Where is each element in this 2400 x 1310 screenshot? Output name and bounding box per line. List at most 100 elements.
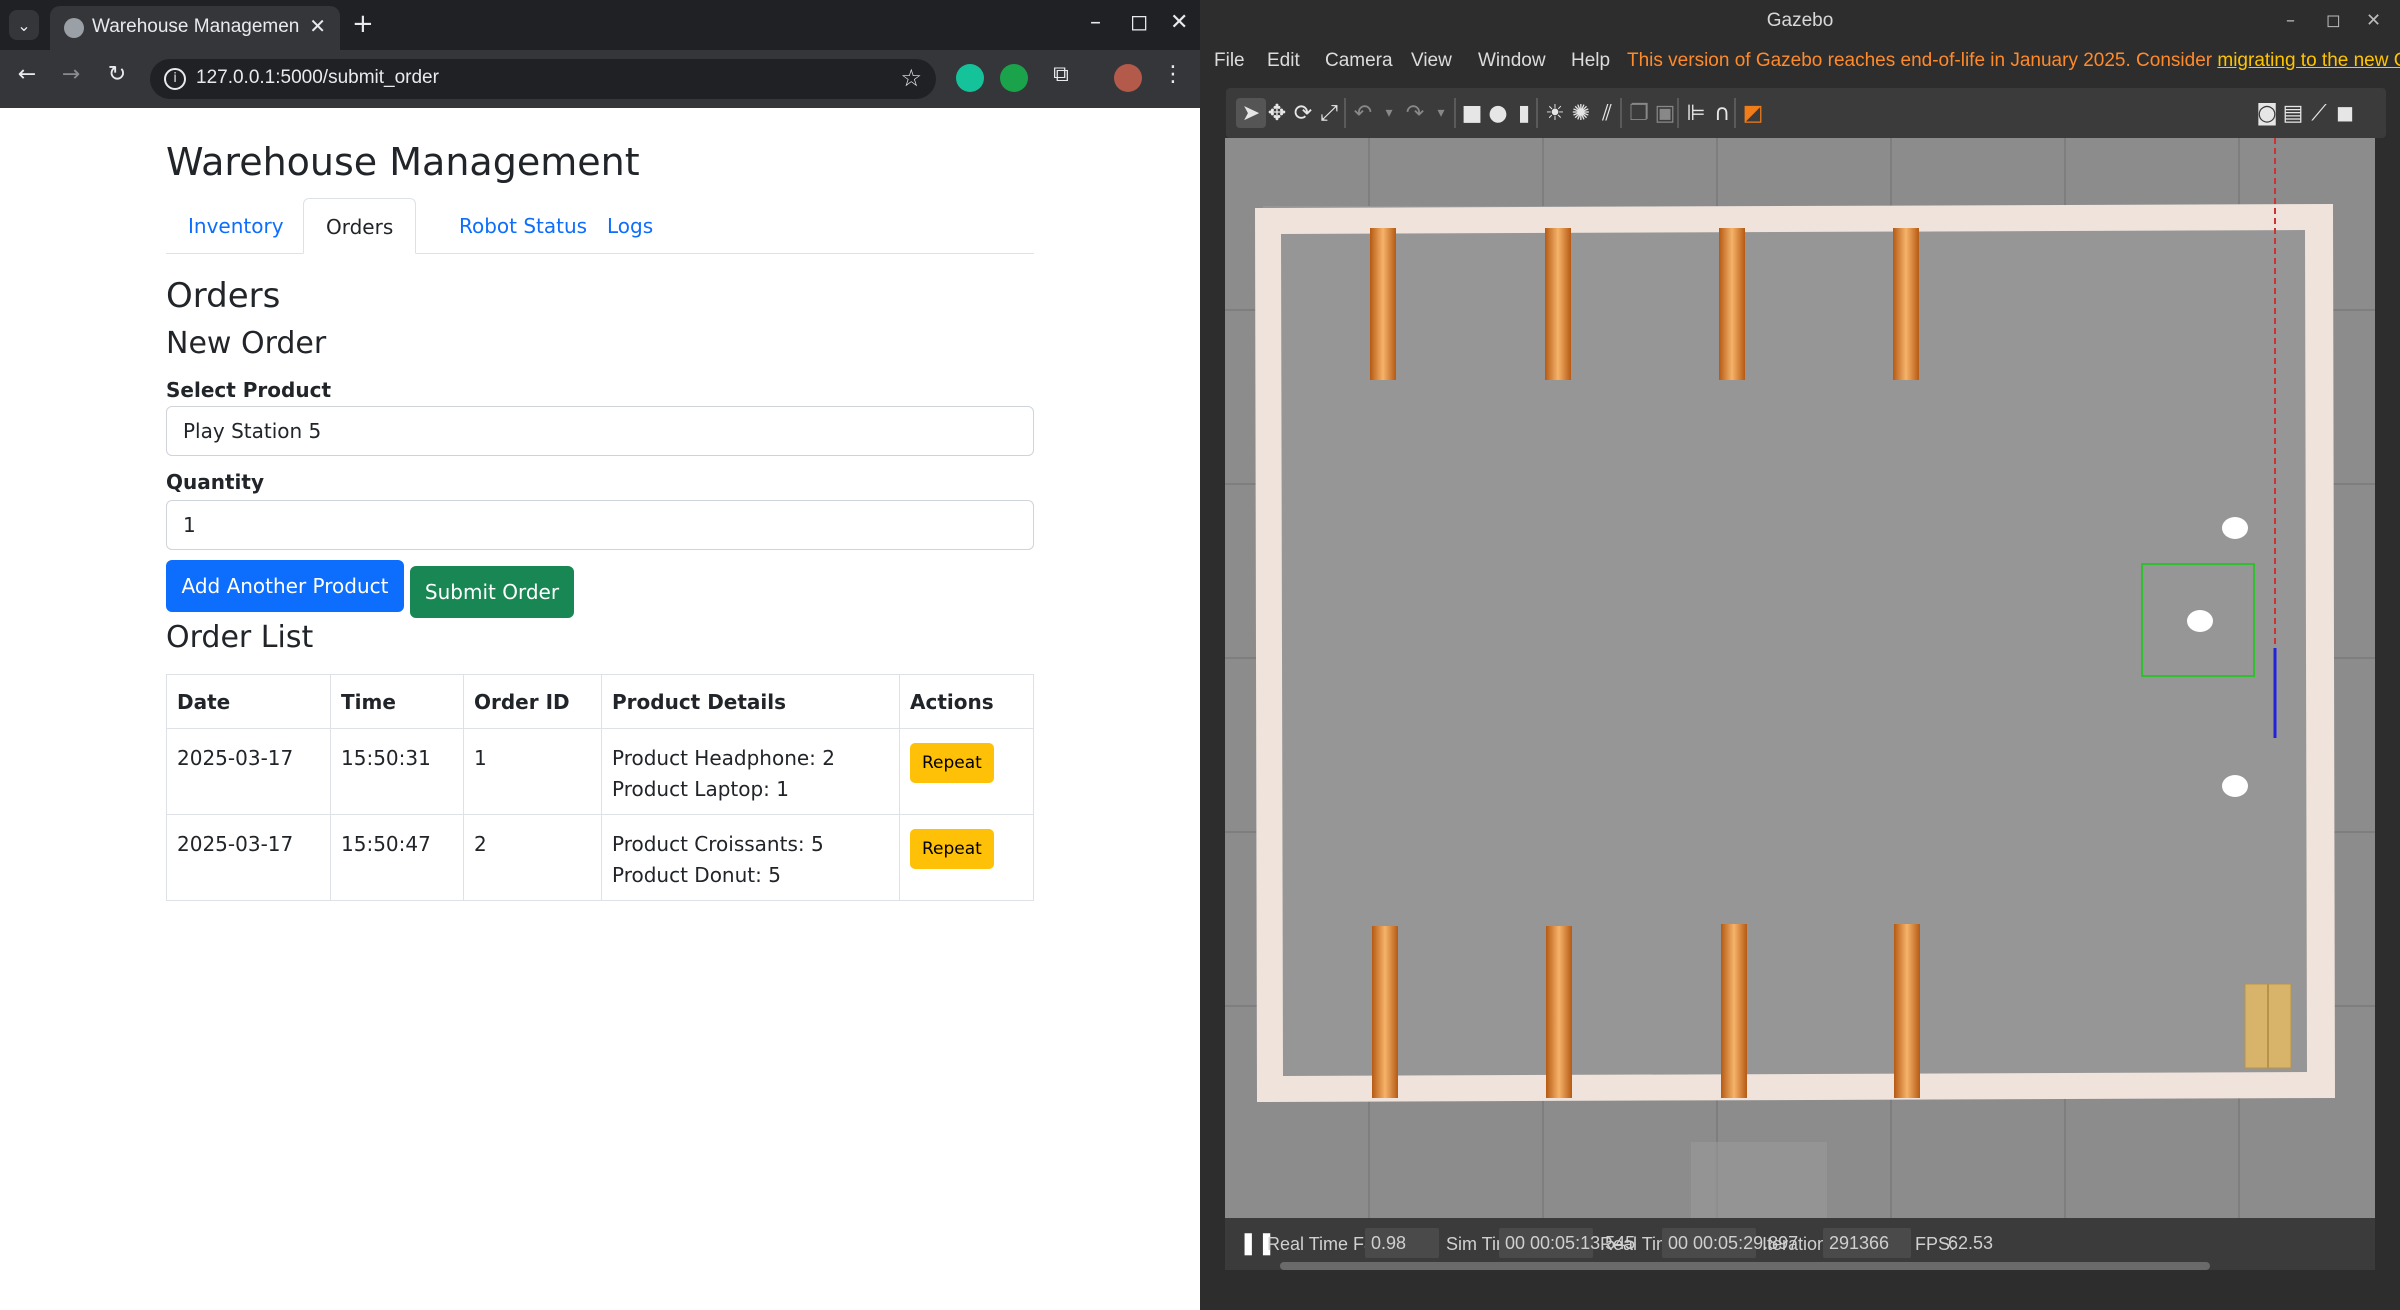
- repeat-button[interactable]: Repeat: [910, 829, 994, 869]
- migration-link[interactable]: migrating to the new G: [2217, 50, 2400, 71]
- extension-eye-icon[interactable]: [1000, 64, 1028, 92]
- minimize-icon[interactable]: –: [2286, 10, 2295, 31]
- eol-warning-text: This version of Gazebo reaches end-of-li…: [1627, 50, 2218, 71]
- tab-logs[interactable]: Logs: [585, 198, 675, 254]
- robot[interactable]: [2187, 610, 2213, 632]
- address-bar[interactable]: i 127.0.0.1:5000/submit_order ☆: [150, 59, 936, 99]
- table-header-row: Date Time Order ID Product Details Actio…: [166, 674, 1034, 729]
- site-info-icon[interactable]: i: [164, 68, 186, 90]
- gazebo-menubar: File Edit Camera View Window Help This v…: [1200, 46, 2400, 78]
- actions-cell: Repeat: [899, 728, 1034, 815]
- sim-time-value: 00 00:05:13.545: [1499, 1228, 1635, 1258]
- product-select[interactable]: Play Station 5: [166, 406, 1034, 456]
- profile-avatar[interactable]: [1114, 64, 1142, 92]
- toolbar-separator: [1734, 98, 1736, 128]
- directional-light-icon[interactable]: ⫽: [1592, 98, 1622, 128]
- order-id: 2: [463, 814, 602, 901]
- menu-file[interactable]: File: [1214, 50, 1245, 72]
- menu-edit[interactable]: Edit: [1267, 50, 1300, 72]
- robot[interactable]: [2222, 517, 2248, 539]
- product-details: Product Croissants: 5 Product Donut: 5: [601, 814, 900, 901]
- web-page: Warehouse Management Inventory Orders Ro…: [0, 108, 1200, 1310]
- new-tab-icon[interactable]: +: [352, 9, 374, 39]
- actions-cell: Repeat: [899, 814, 1034, 901]
- gazebo-statusbar: ❚❚ Real Time Factor: 0.98 Sim Time: 00 0…: [1225, 1218, 2375, 1270]
- iterations-value: 291366: [1823, 1228, 1911, 1258]
- gazebo-title: Gazebo: [1766, 10, 1834, 31]
- order-date: 2025-03-17: [166, 814, 331, 901]
- close-tab-icon[interactable]: ✕: [309, 14, 326, 38]
- minimize-icon[interactable]: –: [1090, 10, 1101, 35]
- forward-icon[interactable]: →: [56, 62, 86, 87]
- shelf-post: [1370, 228, 1396, 380]
- add-product-button[interactable]: Add Another Product: [166, 560, 404, 612]
- close-window-icon[interactable]: ✕: [2366, 10, 2381, 31]
- redo-dropdown-icon[interactable]: ▾: [1426, 98, 1456, 128]
- warehouse-scene[interactable]: [1225, 138, 2375, 1218]
- tab-title: Warehouse Managemen: [92, 16, 300, 37]
- page-title: Warehouse Management: [166, 140, 640, 184]
- toolbar-separator: [1677, 98, 1679, 128]
- product-label: Select Product: [166, 378, 331, 402]
- shelf-post: [1372, 926, 1398, 1098]
- column-header-order-id: Order ID: [463, 674, 602, 729]
- tab-inventory[interactable]: Inventory: [166, 198, 306, 254]
- close-window-icon[interactable]: ✕: [1170, 10, 1188, 35]
- 3d-viewport[interactable]: [1225, 138, 2375, 1218]
- real-time-factor-value: 0.98: [1365, 1228, 1439, 1258]
- menu-camera[interactable]: Camera: [1325, 50, 1393, 72]
- paste-icon[interactable]: ▣: [1650, 98, 1680, 128]
- menu-window[interactable]: Window: [1478, 50, 1546, 72]
- grammarly-icon[interactable]: [956, 64, 984, 92]
- extensions-puzzle-icon[interactable]: ⧉: [1046, 62, 1076, 87]
- robot[interactable]: [2222, 775, 2248, 797]
- product-line: Product Donut: 5: [612, 863, 781, 887]
- nav-tabs: Inventory Orders Robot Status Logs: [166, 198, 1034, 254]
- cylinder-icon[interactable]: ▮: [1509, 98, 1539, 128]
- submit-order-button[interactable]: Submit Order: [410, 566, 574, 618]
- menu-view[interactable]: View: [1411, 50, 1452, 72]
- warehouse-floor: [1263, 206, 2327, 1098]
- maximize-icon[interactable]: ◻: [2326, 10, 2341, 31]
- toolbar-separator: [1536, 98, 1538, 128]
- repeat-button[interactable]: Repeat: [910, 743, 994, 783]
- url-text[interactable]: 127.0.0.1:5000/submit_order: [196, 67, 439, 89]
- menu-help[interactable]: Help: [1571, 50, 1610, 72]
- bookmark-star-icon[interactable]: ☆: [900, 64, 922, 92]
- toolbar-separator: [1454, 98, 1456, 128]
- menu-kebab-icon[interactable]: ⋮: [1158, 62, 1188, 87]
- scale-icon[interactable]: ⤢: [1314, 98, 1344, 128]
- browser-tab[interactable]: Warehouse Managemen ✕: [50, 6, 340, 50]
- quantity-input[interactable]: 1: [166, 500, 1034, 550]
- tab-strip: ⌄ Warehouse Managemen ✕ + – ◻ ✕: [0, 0, 1200, 50]
- order-time: 15:50:47: [330, 814, 464, 901]
- globe-icon: [64, 18, 84, 38]
- section-title: Orders: [166, 276, 281, 316]
- horizontal-scrollbar[interactable]: [1280, 1262, 2210, 1270]
- order-list-heading: Order List: [166, 620, 314, 655]
- shelf-post: [1546, 926, 1572, 1098]
- maximize-icon[interactable]: ◻: [1130, 10, 1148, 35]
- orders-table: Date Time Order ID Product Details Actio…: [166, 674, 1034, 901]
- overlay-panel: [1691, 1142, 1827, 1218]
- tab-search-icon[interactable]: ⌄: [9, 10, 39, 40]
- browser-toolbar: ← → ↻ i 127.0.0.1:5000/submit_order ☆ ⧉ …: [0, 50, 1200, 108]
- quantity-label: Quantity: [166, 470, 264, 494]
- toolbar-separator: [1620, 98, 1622, 128]
- column-header-product-details: Product Details: [601, 674, 900, 729]
- record-icon[interactable]: ◼: [2330, 98, 2360, 128]
- table-row: 2025-03-17 15:50:31 1 Product Headphone:…: [166, 728, 1034, 815]
- gazebo-toolbar: ➤ ✥ ⟳ ⤢ ↶ ▾ ↷ ▾ ■ ● ▮ ☀ ✺ ⫽ ❐ ▣ ⊫ ∩ ◩ ◙ …: [1226, 88, 2386, 138]
- product-line: Product Laptop: 1: [612, 777, 789, 801]
- snap-icon[interactable]: ∩: [1707, 98, 1737, 128]
- new-order-heading: New Order: [166, 326, 327, 361]
- reload-icon[interactable]: ↻: [102, 62, 132, 87]
- tab-orders[interactable]: Orders: [303, 198, 417, 254]
- product-details: Product Headphone: 2 Product Laptop: 1: [601, 728, 900, 815]
- shelf-post: [1893, 228, 1919, 380]
- back-icon[interactable]: ←: [12, 62, 42, 87]
- view-angle-icon[interactable]: ◩: [1738, 98, 1768, 128]
- eol-warning: This version of Gazebo reaches end-of-li…: [1627, 50, 2400, 72]
- column-header-actions: Actions: [899, 674, 1034, 729]
- tab-robot-status[interactable]: Robot Status: [437, 198, 609, 254]
